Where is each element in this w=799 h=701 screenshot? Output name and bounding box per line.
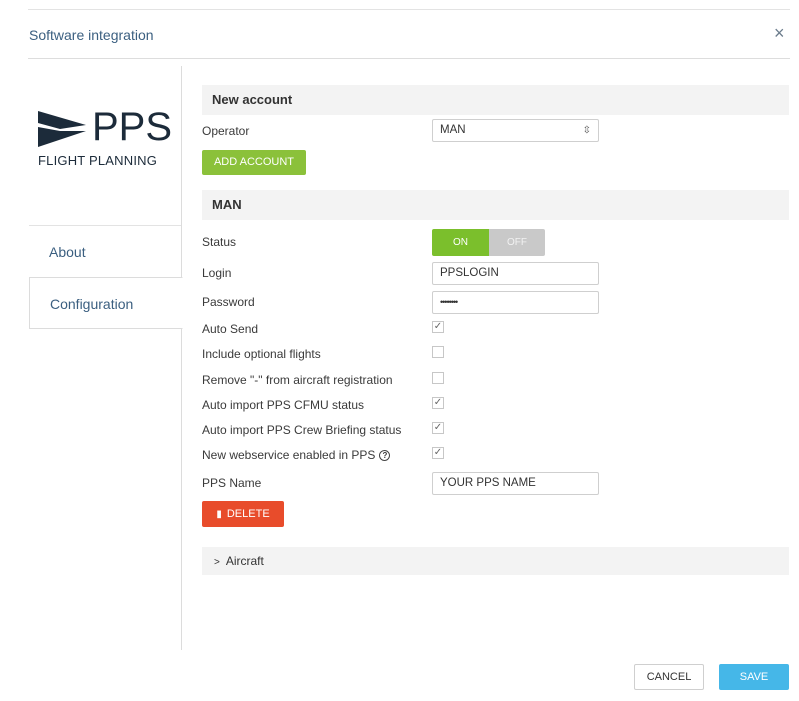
remove-dash-checkbox[interactable] — [432, 372, 444, 384]
logo-subtitle: FLIGHT PLANNING — [38, 153, 158, 168]
new-webservice-checkbox[interactable]: ✓ — [432, 447, 444, 459]
option-label: Remove "-" from aircraft registration — [202, 373, 393, 387]
aircraft-label: Aircraft — [225, 554, 264, 568]
account-heading: MAN — [202, 190, 789, 220]
trash-icon: ▮ — [216, 509, 222, 520]
password-label: Password — [202, 295, 255, 309]
new-webservice-label-row: New webservice enabled in PPS? — [202, 448, 391, 462]
save-button[interactable]: SAVE — [719, 664, 789, 690]
auto-import-crew-briefing-checkbox[interactable]: ✓ — [432, 422, 444, 434]
login-input[interactable]: PPSLOGIN — [432, 262, 599, 285]
pps-name-label: PPS Name — [202, 476, 262, 490]
cancel-button[interactable]: CANCEL — [634, 664, 704, 690]
operator-select-value: MAN — [440, 124, 466, 136]
tab-configuration[interactable]: Configuration — [29, 277, 183, 329]
operator-label: Operator — [202, 124, 250, 138]
include-optional-flights-checkbox[interactable] — [432, 346, 444, 358]
status-label: Status — [202, 235, 237, 249]
help-icon[interactable]: ? — [379, 450, 391, 461]
logo-brand: PPS — [92, 105, 173, 149]
status-off-option[interactable]: OFF — [489, 229, 545, 256]
header-divider — [28, 58, 790, 59]
option-label: Auto import PPS CFMU status — [202, 398, 365, 412]
sidebar-divider — [181, 66, 182, 650]
top-divider — [28, 9, 790, 10]
close-icon[interactable]: × — [774, 24, 785, 42]
select-arrows-icon: ⇳ — [582, 125, 591, 136]
delete-label: DELETE — [226, 508, 270, 520]
delete-button[interactable]: ▮ DELETE — [202, 501, 284, 527]
operator-select[interactable]: MAN ⇳ — [432, 119, 599, 142]
status-toggle[interactable]: ON OFF — [432, 229, 545, 256]
chevron-right-icon: > — [214, 557, 220, 568]
tab-about[interactable]: About — [29, 225, 181, 277]
pps-logo: PPS FLIGHT PLANNING — [38, 105, 178, 177]
login-label: Login — [202, 266, 232, 280]
password-input[interactable]: •••••••• — [432, 291, 599, 314]
pps-logo-mark-icon — [38, 111, 86, 147]
dialog-title: Software integration — [29, 27, 154, 43]
pps-name-input[interactable]: YOUR PPS NAME — [432, 472, 599, 495]
auto-import-cfmu-checkbox[interactable]: ✓ — [432, 397, 444, 409]
option-label: New webservice enabled in PPS — [202, 448, 376, 462]
add-account-button[interactable]: ADD ACCOUNT — [202, 150, 306, 175]
option-label: Auto Send — [202, 322, 259, 336]
option-label: Auto import PPS Crew Briefing status — [202, 423, 402, 437]
aircraft-expander[interactable]: > Aircraft — [202, 547, 789, 575]
option-label: Include optional flights — [202, 347, 321, 361]
new-account-heading: New account — [202, 85, 789, 115]
status-on-option[interactable]: ON — [432, 229, 489, 256]
auto-send-checkbox[interactable]: ✓ — [432, 321, 444, 333]
